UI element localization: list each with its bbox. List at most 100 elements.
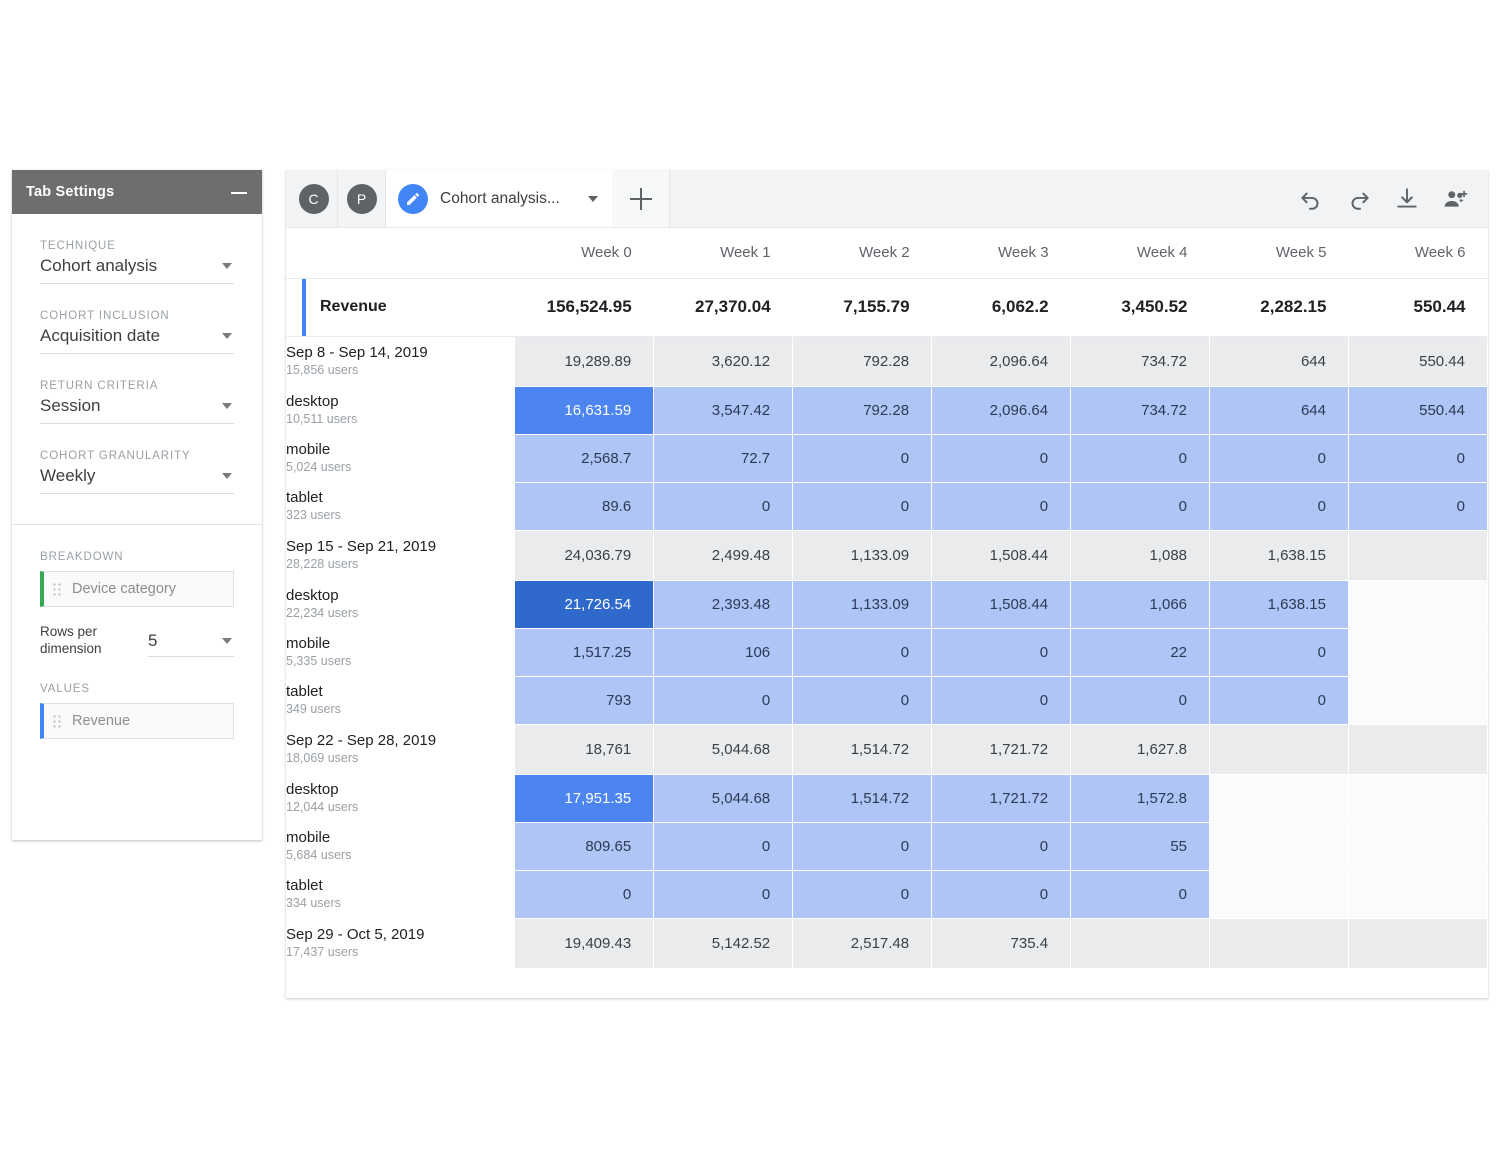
cohort-value-week-2: 2,517.48	[793, 918, 932, 968]
cell-value-week-1: 0	[654, 870, 793, 918]
drag-handle-icon[interactable]	[52, 714, 62, 728]
cohort-value-week-5	[1210, 724, 1349, 774]
chevron-down-icon[interactable]	[588, 196, 598, 202]
cell-value-week-3: 0	[932, 870, 1071, 918]
cohort-inclusion-select[interactable]: Acquisition date	[40, 324, 234, 354]
cohort-value-week-2: 792.28	[793, 336, 932, 386]
cohort-granularity-label: COHORT GRANULARITY	[40, 450, 234, 462]
device-name: mobile	[286, 828, 514, 847]
cell-value-week-6	[1348, 628, 1487, 676]
total-value-week-6: 550.44	[1348, 278, 1487, 336]
cohort-inclusion-value: Acquisition date	[40, 326, 160, 346]
device-name: mobile	[286, 440, 514, 459]
table-row: desktop22,234 users21,726.542,393.481,13…	[286, 580, 1488, 628]
values-chip-label: Revenue	[72, 713, 130, 729]
device-user-count: 12,044 users	[286, 799, 514, 816]
return-criteria-select[interactable]: Session	[40, 394, 234, 424]
cell-value-week-3: 0	[932, 822, 1071, 870]
panel-title: Tab Settings	[26, 184, 230, 200]
cell-value-week-6	[1348, 870, 1487, 918]
cohort-date-range: Sep 29 - Oct 5, 2019	[286, 925, 514, 944]
cell-value-week-0: 17,951.35	[515, 774, 654, 822]
cohort-value-week-0: 19,289.89	[515, 336, 654, 386]
device-label-cell: desktop22,234 users	[286, 580, 515, 628]
cohort-value-week-5: 644	[1210, 336, 1349, 386]
table-row: tablet334 users00000	[286, 870, 1488, 918]
table-row: mobile5,335 users1,517.2510600220	[286, 628, 1488, 676]
chevron-down-icon	[222, 333, 232, 339]
cohort-value-week-6	[1348, 530, 1487, 580]
cohort-value-week-2: 1,514.72	[793, 724, 932, 774]
drag-handle-icon[interactable]	[52, 582, 62, 596]
return-criteria-label: RETURN CRITERIA	[40, 380, 234, 392]
cell-value-week-5: 0	[1210, 434, 1349, 482]
device-label-cell: tablet349 users	[286, 676, 515, 724]
cell-value-week-1: 0	[654, 676, 793, 724]
tab-cohort-analysis[interactable]: Cohort analysis...	[386, 170, 612, 227]
table-row: desktop10,511 users16,631.593,547.42792.…	[286, 386, 1488, 434]
cell-value-week-1: 72.7	[654, 434, 793, 482]
header-week-2: Week 2	[793, 228, 932, 278]
return-criteria-value: Session	[40, 396, 100, 416]
chevron-down-icon	[222, 638, 232, 644]
device-label-cell: tablet334 users	[286, 870, 515, 918]
device-name: desktop	[286, 392, 514, 411]
cohort-value-week-6	[1348, 918, 1487, 968]
cell-value-week-4: 0	[1071, 482, 1210, 530]
cell-value-week-6	[1348, 676, 1487, 724]
add-tab-button[interactable]	[612, 170, 670, 227]
device-name: mobile	[286, 634, 514, 653]
cell-value-week-6	[1348, 774, 1487, 822]
pencil-icon	[398, 184, 428, 214]
device-label-cell: desktop12,044 users	[286, 774, 515, 822]
cohort-value-week-3: 735.4	[932, 918, 1071, 968]
cell-value-week-2: 0	[793, 676, 932, 724]
device-user-count: 334 users	[286, 895, 514, 912]
cell-value-week-1: 0	[654, 822, 793, 870]
cell-value-week-5	[1210, 774, 1349, 822]
cohort-value-week-0: 18,761	[515, 724, 654, 774]
device-user-count: 5,335 users	[286, 653, 514, 670]
minimize-icon[interactable]	[230, 183, 248, 201]
device-user-count: 5,024 users	[286, 459, 514, 476]
redo-icon[interactable]	[1346, 186, 1372, 212]
values-chip-revenue[interactable]: Revenue	[40, 703, 234, 739]
cohort-user-count: 17,437 users	[286, 944, 514, 961]
avatar: P	[347, 184, 377, 214]
total-value-week-5: 2,282.15	[1210, 278, 1349, 336]
download-icon[interactable]	[1394, 186, 1420, 212]
device-label-cell: mobile5,684 users	[286, 822, 515, 870]
chevron-down-icon	[222, 263, 232, 269]
rows-per-dimension-select[interactable]: 5	[148, 631, 234, 657]
table-row: mobile5,024 users2,568.772.700000	[286, 434, 1488, 482]
cell-value-week-1: 5,044.68	[654, 774, 793, 822]
cohort-granularity-select[interactable]: Weekly	[40, 464, 234, 494]
cell-value-week-2: 792.28	[793, 386, 932, 434]
undo-icon[interactable]	[1298, 186, 1324, 212]
cohort-inclusion-label: COHORT INCLUSION	[40, 310, 234, 322]
cell-value-week-3: 0	[932, 676, 1071, 724]
cell-value-week-1: 106	[654, 628, 793, 676]
total-value-week-4: 3,450.52	[1071, 278, 1210, 336]
cell-value-week-6	[1348, 822, 1487, 870]
cell-value-week-5: 0	[1210, 676, 1349, 724]
device-user-count: 349 users	[286, 701, 514, 718]
breakdown-chip-label: Device category	[72, 581, 176, 597]
header-week-0: Week 0	[515, 228, 654, 278]
breakdown-chip-device-category[interactable]: Device category	[40, 571, 234, 607]
cohort-value-week-6: 550.44	[1348, 336, 1487, 386]
technique-select[interactable]: Cohort analysis	[40, 254, 234, 284]
avatar-tab-p[interactable]: P	[338, 170, 386, 227]
cell-value-week-4: 22	[1071, 628, 1210, 676]
cohort-row: Sep 29 - Oct 5, 201917,437 users19,409.4…	[286, 918, 1488, 968]
cohort-value-week-1: 5,142.52	[654, 918, 793, 968]
cohort-user-count: 28,228 users	[286, 556, 514, 573]
add-person-icon[interactable]	[1442, 186, 1468, 212]
header-week-6: Week 6	[1348, 228, 1487, 278]
cohort-value-week-3: 2,096.64	[932, 336, 1071, 386]
avatar-tab-c[interactable]: C	[290, 170, 338, 227]
cohort-row: Sep 8 - Sep 14, 201915,856 users19,289.8…	[286, 336, 1488, 386]
cohort-value-week-5: 1,638.15	[1210, 530, 1349, 580]
cell-value-week-0: 89.6	[515, 482, 654, 530]
cell-value-week-1: 2,393.48	[654, 580, 793, 628]
